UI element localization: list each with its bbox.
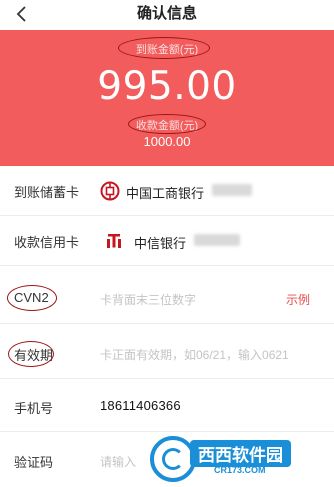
cvn2-input[interactable]: 卡背面末三位数字 [100,291,196,308]
phone-label: 手机号 [14,401,54,416]
debit-bank-name: 中国工商银行 [126,186,205,201]
watermark-url: CR173.COM [214,465,266,475]
debit-card-label: 到账储蓄卡 [14,185,80,200]
citic-logo-icon [107,234,121,248]
amount-summary: 到账金额(元) 995.00 收款金额(元) 1000.00 [0,30,334,166]
annotation-circle [7,285,57,311]
expiry-input[interactable]: 卡正面有效期，如06/21，输入0621 [100,346,289,363]
arrival-amount: 995.00 [97,64,237,109]
phone-row: 手机号 18611406366 [0,382,334,432]
debit-card-row[interactable]: 到账储蓄卡 中国工商银行 [0,166,334,216]
masked-card-number [194,234,240,246]
watermark-logo: 西西软件园 CR173.COM [150,436,326,482]
credit-bank-name: 中信银行 [134,236,187,251]
annotation-circle [118,37,210,59]
verify-code-input[interactable]: 请输入 [100,453,136,470]
page-title: 确认信息 [136,5,197,22]
annotation-circle [128,114,206,134]
watermark-title: 西西软件园 [190,440,291,467]
cvn2-row: CVN2 卡背面末三位数字 示例 [0,274,334,324]
icbc-logo-icon [100,181,120,201]
credit-card-row[interactable]: 收款信用卡 中信银行 [0,216,334,266]
phone-input[interactable]: 18611406366 [100,398,181,413]
expiry-row: 有效期 卡正面有效期，如06/21，输入0621 [0,329,334,379]
annotation-circle [8,341,54,367]
verify-code-label: 验证码 [14,455,54,470]
cvn2-example-link[interactable]: 示例 [286,291,310,308]
masked-card-number [212,184,252,196]
collect-amount: 1000.00 [143,134,191,149]
nav-bar: 确认信息 [0,0,334,30]
credit-card-label: 收款信用卡 [14,235,80,250]
